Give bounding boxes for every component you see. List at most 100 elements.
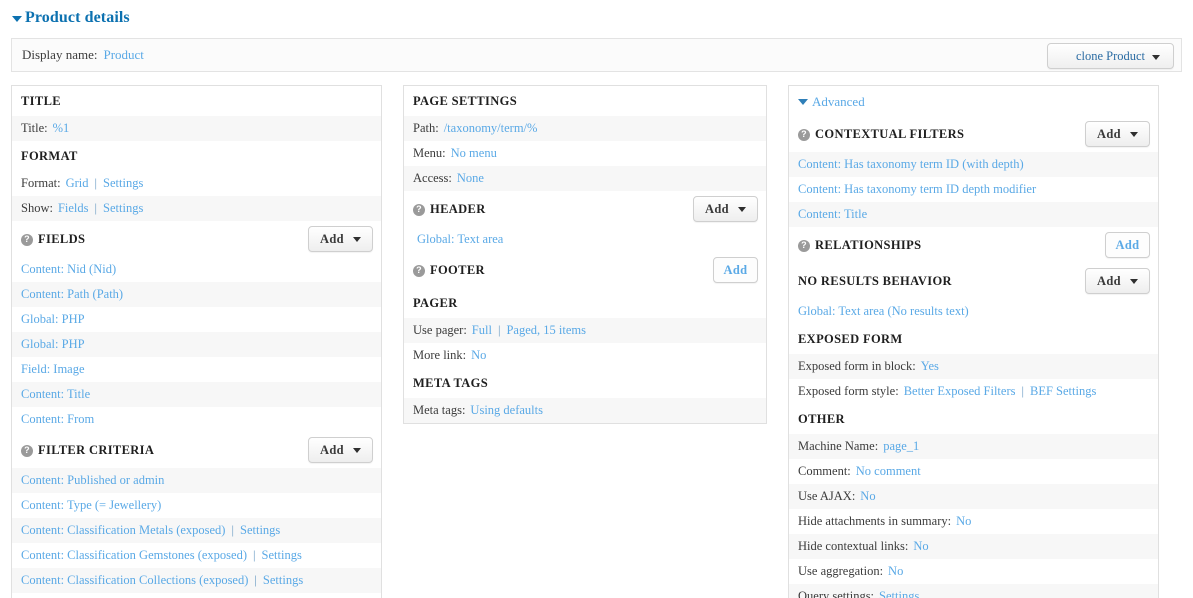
link-none[interactable]: None xyxy=(457,171,484,186)
link-settings[interactable]: Settings xyxy=(879,589,919,598)
chevron-down-icon[interactable] xyxy=(1130,132,1138,137)
section-heading-label: NO RESULTS BEHAVIOR xyxy=(798,274,952,288)
row-filter-criteria: Content: Type (= Jewellery) xyxy=(12,493,381,518)
add-button-relationships[interactable]: Add xyxy=(1105,232,1150,258)
chevron-down-icon[interactable] xyxy=(353,448,361,453)
section-header-relationships: ? RELATIONSHIPS Add xyxy=(789,227,1158,263)
section-header-fields: ? FIELDS Add xyxy=(12,221,381,257)
link-content-path-path[interactable]: Content: Path (Path) xyxy=(21,287,123,302)
add-button-header[interactable]: Add xyxy=(693,196,758,222)
link-content-classification-collections-expos[interactable]: Content: Classification Collections (exp… xyxy=(21,573,248,588)
row-format: Show: Fields | Settings xyxy=(12,196,381,221)
link-content-type-jewellery[interactable]: Content: Type (= Jewellery) xyxy=(21,498,161,513)
clone-product-button[interactable]: clone Product xyxy=(1047,43,1174,69)
section-header-exposed-form: EXPOSED FORM xyxy=(789,324,1158,354)
row-label: Menu: xyxy=(413,146,446,160)
page-title[interactable]: Product details xyxy=(0,0,1193,27)
link-content-title[interactable]: Content: Title xyxy=(21,387,90,402)
link-global-php[interactable]: Global: PHP xyxy=(21,312,85,327)
clone-product-label: clone Product xyxy=(1075,48,1146,63)
link-no[interactable]: No xyxy=(888,564,903,579)
add-button-fields[interactable]: Add xyxy=(308,226,373,252)
add-button-footer[interactable]: Add xyxy=(713,257,758,283)
chevron-down-icon[interactable] xyxy=(738,207,746,212)
link-settings[interactable]: Settings xyxy=(103,201,143,216)
link-global-text-area[interactable]: Global: Text area xyxy=(417,232,503,247)
advanced-label[interactable]: Advanced xyxy=(812,94,865,110)
link-content-has-taxonomy-term-id-depth-modif[interactable]: Content: Has taxonomy term ID depth modi… xyxy=(798,182,1036,197)
add-button-no-results-behavior[interactable]: Add xyxy=(1085,268,1150,294)
link-content-classification-gemstones-exposed[interactable]: Content: Classification Gemstones (expos… xyxy=(21,548,247,563)
link-settings[interactable]: Settings xyxy=(240,523,280,538)
link-no[interactable]: No xyxy=(913,539,928,554)
link-settings[interactable]: Settings xyxy=(263,573,303,588)
row-label: Show: xyxy=(21,201,53,215)
link-paged-15-items[interactable]: Paged, 15 items xyxy=(506,323,586,338)
chevron-down-icon[interactable] xyxy=(1130,279,1138,284)
row-exposed-form: Exposed form style: Better Exposed Filter… xyxy=(789,379,1158,404)
link-content-has-taxonomy-term-id-with-depth[interactable]: Content: Has taxonomy term ID (with dept… xyxy=(798,157,1024,172)
section-heading-label: EXPOSED FORM xyxy=(798,332,903,346)
display-name-value[interactable]: Product xyxy=(103,47,143,63)
link-page-1[interactable]: page_1 xyxy=(883,439,919,454)
row-fields: Content: Path (Path) xyxy=(12,282,381,307)
link-bef-settings[interactable]: BEF Settings xyxy=(1030,384,1096,399)
link-settings[interactable]: Settings xyxy=(262,548,302,563)
row-fields: Global: PHP xyxy=(12,332,381,357)
row-other: Machine Name: page_1 xyxy=(789,434,1158,459)
section-heading-label: TITLE xyxy=(21,94,61,108)
link-grid[interactable]: Grid xyxy=(66,176,89,191)
row-label: Comment: xyxy=(798,464,851,478)
advanced-toggle[interactable]: Advanced xyxy=(789,86,1158,116)
section-header-no-results-behavior: NO RESULTS BEHAVIOR Add xyxy=(789,263,1158,299)
link-using-defaults[interactable]: Using defaults xyxy=(470,403,543,418)
link-no-comment[interactable]: No comment xyxy=(856,464,921,479)
add-button-contextual-filters[interactable]: Add xyxy=(1085,121,1150,147)
chevron-down-icon[interactable] xyxy=(353,237,361,242)
link-content-from[interactable]: Content: From xyxy=(21,412,94,427)
help-icon[interactable]: ? xyxy=(21,444,33,457)
help-icon[interactable]: ? xyxy=(798,128,810,141)
section-header-pager: PAGER xyxy=(404,288,766,318)
link-yes[interactable]: Yes xyxy=(921,359,939,374)
link-no-menu[interactable]: No menu xyxy=(451,146,497,161)
row-exposed-form: Exposed form in block: Yes xyxy=(789,354,1158,379)
help-icon[interactable]: ? xyxy=(413,264,425,277)
link-global-text-area-no-results-text[interactable]: Global: Text area (No results text) xyxy=(798,304,969,319)
add-button-label: Add xyxy=(320,442,344,457)
row-page-settings: Path: /taxonomy/term/% xyxy=(404,116,766,141)
link-content-title[interactable]: Content: Title xyxy=(798,207,867,222)
link-fields[interactable]: Fields xyxy=(58,201,89,216)
link-no[interactable]: No xyxy=(471,348,486,363)
help-icon[interactable]: ? xyxy=(21,233,33,246)
link-field-image[interactable]: Field: Image xyxy=(21,362,85,377)
separator: | xyxy=(231,523,234,537)
row-label: Title: xyxy=(21,121,48,135)
link-settings[interactable]: Settings xyxy=(103,176,143,191)
link-global-php[interactable]: Global: PHP xyxy=(21,337,85,352)
add-button-filter-criteria[interactable]: Add xyxy=(308,437,373,463)
triangle-down-icon xyxy=(798,99,808,105)
row-contextual-filters: Content: Title xyxy=(789,202,1158,227)
row-title: Title: %1 xyxy=(12,116,381,141)
columns-container: TITLE Title: %1 FORMAT Format: Grid | Settings S… xyxy=(11,85,1182,598)
section-heading-label: META TAGS xyxy=(413,376,489,390)
link-better-exposed-filters[interactable]: Better Exposed Filters xyxy=(904,384,1016,399)
help-icon[interactable]: ? xyxy=(413,203,425,216)
link-no[interactable]: No xyxy=(956,514,971,529)
link-1[interactable]: %1 xyxy=(53,121,70,136)
link-content-classification-metals-exposed[interactable]: Content: Classification Metals (exposed) xyxy=(21,523,225,538)
link-no[interactable]: No xyxy=(860,489,875,504)
link-content-nid-nid[interactable]: Content: Nid (Nid) xyxy=(21,262,116,277)
section-heading-label: PAGER xyxy=(413,296,458,310)
link-taxonomy-term[interactable]: /taxonomy/term/% xyxy=(444,121,538,136)
help-icon[interactable]: ? xyxy=(798,239,810,252)
link-content-published-or-admin[interactable]: Content: Published or admin xyxy=(21,473,164,488)
link-full[interactable]: Full xyxy=(472,323,492,338)
section-heading-label: FILTER CRITERIA xyxy=(38,443,155,457)
row-label: Machine Name: xyxy=(798,439,879,453)
add-button-label: Add xyxy=(1115,237,1140,252)
row-label: Access: xyxy=(413,171,452,185)
row-label: Exposed form in block: xyxy=(798,359,916,373)
row-contextual-filters: Content: Has taxonomy term ID depth modi… xyxy=(789,177,1158,202)
